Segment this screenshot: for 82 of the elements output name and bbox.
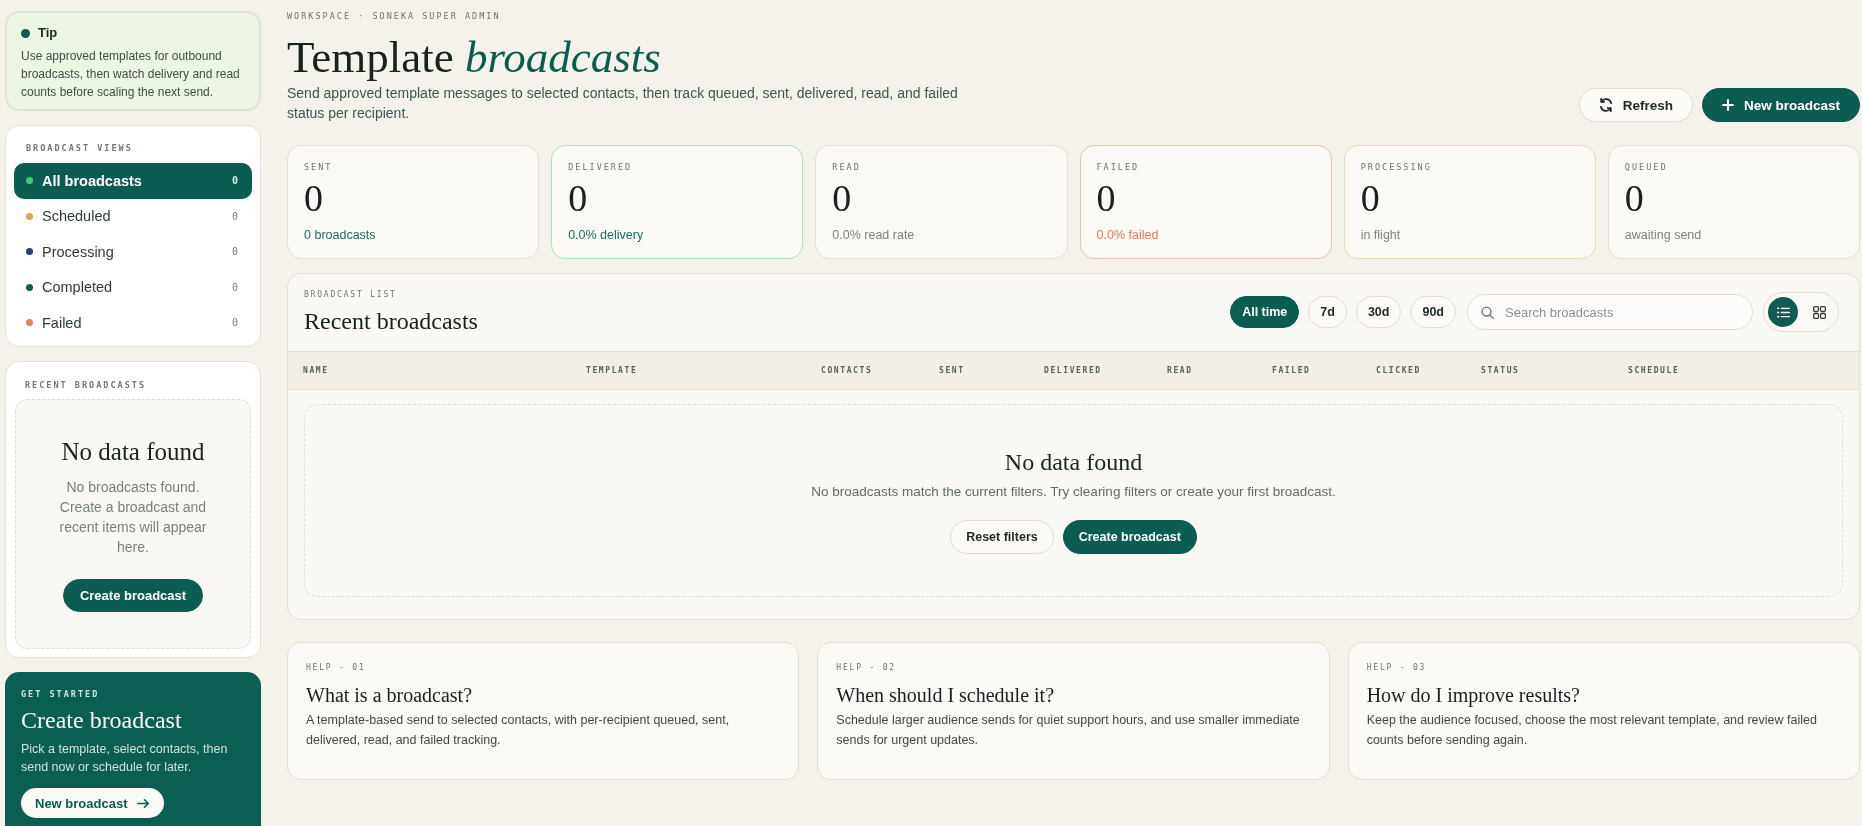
page-subtitle: Send approved template messages to selected contacts, then track queued, sent, delivered, read, and failed status per recipient. [287, 84, 959, 123]
stat-value: 0 [568, 178, 589, 218]
stat-note: in flight [1360, 227, 1402, 244]
new-broadcast-button[interactable]: New broadcast [1701, 88, 1860, 122]
column-header: FAILED [1272, 366, 1311, 375]
stat-note: 0.0% read rate [832, 227, 916, 244]
grid-icon [1812, 305, 1826, 319]
stat-value: 0 [304, 178, 324, 218]
stat-label: SENT [304, 161, 334, 173]
card-title: Create broadcast [21, 706, 183, 734]
help-text: Keep the audience focused, choose the most relevant template, and review failed counts before sending again. [1366, 712, 1818, 749]
stat-label: FAILED [1096, 161, 1141, 173]
column-header: READ [1167, 366, 1193, 375]
stat-value: 0 [1624, 178, 1645, 218]
help-label: HELP - 01 [306, 662, 367, 674]
stat-label: QUEUED [1624, 161, 1669, 173]
item-count: 0 [231, 317, 238, 329]
period-chip[interactable]: All time [1230, 296, 1300, 328]
help-title: What is a broadcast? [306, 683, 474, 708]
search-icon [1481, 305, 1494, 319]
reset-filters-button[interactable]: Reset filters [950, 519, 1054, 554]
page-title: Template broadcasts [287, 31, 662, 83]
tip-title: Tip [38, 25, 58, 41]
refresh-button[interactable]: Refresh [1578, 88, 1693, 122]
empty-title: No data found [61, 436, 205, 467]
column-header: SCHEDULE [1628, 366, 1680, 375]
nav-item[interactable]: All broadcasts 0 [14, 163, 252, 199]
card-eyebrow: GET STARTED [21, 688, 101, 700]
create-broadcast-button[interactable]: Create broadcast [62, 578, 204, 612]
stat-label: DELIVERED [568, 161, 634, 173]
dot-icon [21, 28, 30, 38]
help-text: Schedule larger audience sends for quiet support hours, and use smaller immediate sends for urgent updates. [836, 712, 1301, 749]
list-view-button[interactable] [1768, 297, 1798, 327]
help-label: HELP - 02 [836, 662, 897, 674]
empty-title: No data found [1004, 447, 1143, 476]
stat-note: 0.0% delivery [568, 227, 645, 244]
new-broadcast-button[interactable]: New broadcast [21, 788, 165, 818]
column-header: DELIVERED [1044, 366, 1102, 375]
stat-note: 0 broadcasts [304, 227, 377, 244]
stat-label: READ [832, 161, 862, 173]
section-label: BROADCAST LIST [304, 288, 398, 301]
help-title: When should I schedule it? [836, 683, 1056, 708]
card-text: Pick a template, select contacts, then send now or schedule for later. [21, 741, 229, 776]
stat-note: 0.0% failed [1096, 227, 1160, 244]
stat-value: 0 [1360, 178, 1381, 218]
plus-icon [1721, 99, 1734, 111]
help-text: A template-based send to selected contacts, with per-recipient queued, sent, delivered, read, and failed tracking. [306, 712, 731, 749]
column-header: SENT [939, 366, 965, 375]
column-header: NAME [303, 366, 329, 375]
item-count: 0 [231, 210, 238, 222]
refresh-icon [1598, 98, 1613, 112]
stat-value: 0 [832, 178, 853, 218]
section-label: BROADCAST VIEWS [25, 142, 134, 154]
stat-note: awaiting send [1624, 227, 1703, 244]
column-header: TEMPLATE [586, 366, 638, 375]
create-broadcast-button[interactable]: Create broadcast [1062, 519, 1197, 554]
item-count: 0 [231, 246, 238, 258]
arrow-right-icon [137, 796, 151, 810]
stat-label: PROCESSING [1360, 161, 1433, 173]
column-header: CONTACTS [821, 366, 873, 375]
empty-text: No broadcasts match the current filters. Try clearing filters or create your first broadcast. [811, 482, 1336, 501]
list-icon [1776, 305, 1790, 319]
nav-item[interactable]: Processing 0 [14, 234, 252, 270]
section-label: RECENT BROADCASTS [24, 379, 147, 392]
breadcrumb: WORKSPACE · SONEKA SUPER ADMIN [287, 10, 502, 22]
item-count: 0 [231, 175, 238, 187]
nav-item[interactable]: Scheduled 0 [14, 198, 252, 234]
period-chip[interactable]: 7d [1308, 296, 1347, 328]
nav-item[interactable]: Failed 0 [14, 305, 252, 341]
period-chip[interactable]: 30d [1355, 296, 1402, 328]
search-field[interactable]: Search broadcasts [1467, 294, 1753, 330]
tip-text: Use approved templates for outbound broadcasts, then watch delivery and read counts before scaling the next send. [21, 48, 241, 101]
empty-text: No broadcasts found. Create a broadcast and recent items will appear here. [58, 477, 208, 557]
help-title: How do I improve results? [1366, 683, 1581, 708]
column-header: STATUS [1481, 366, 1520, 375]
section-title: Recent broadcasts [304, 306, 478, 336]
column-header: CLICKED [1376, 366, 1421, 375]
period-chip[interactable]: 90d [1410, 296, 1456, 328]
item-count: 0 [231, 281, 238, 293]
help-label: HELP - 03 [1366, 662, 1428, 674]
nav-item[interactable]: Completed 0 [14, 269, 252, 305]
stat-value: 0 [1096, 178, 1117, 218]
